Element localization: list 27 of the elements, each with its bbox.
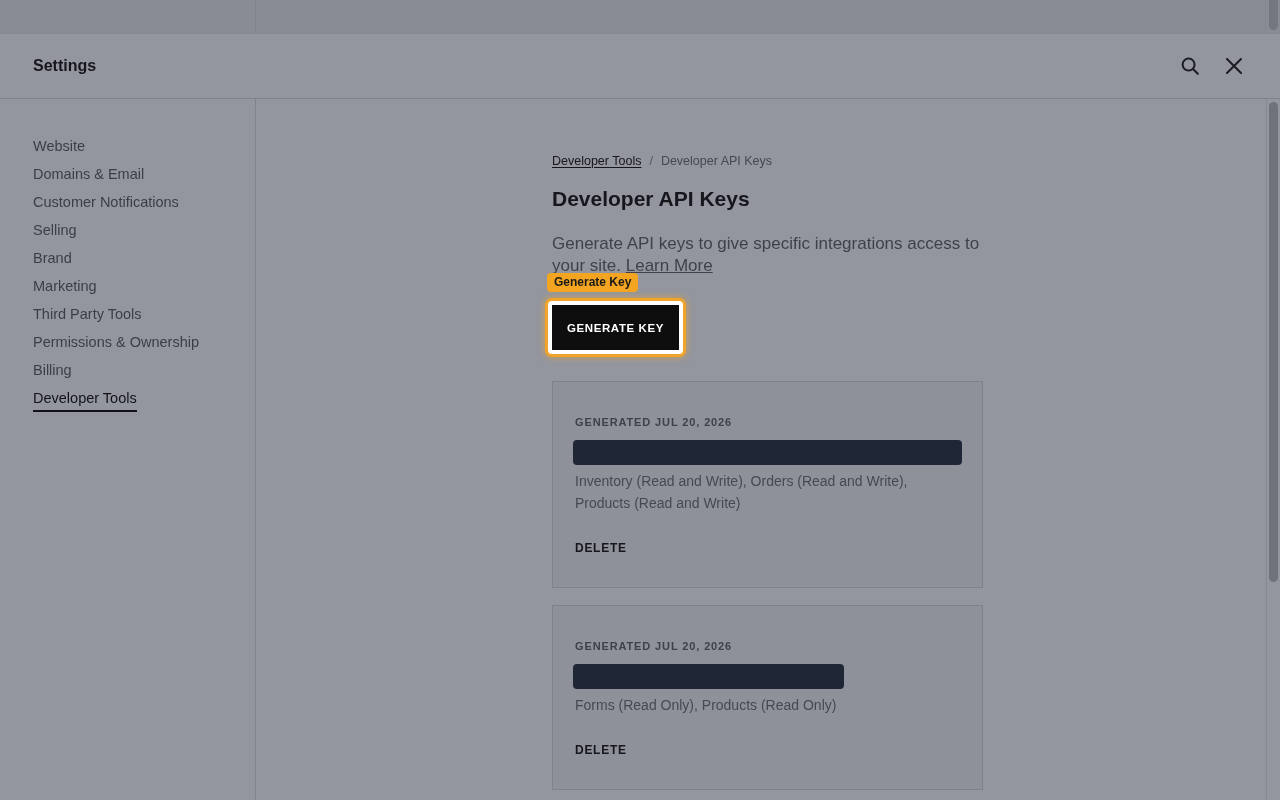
key-scopes: Inventory (Read and Write), Orders (Read and Write), Products (Read and Write) [575,472,909,513]
generated-date: GENERATED JUL 20, 2026 [575,639,733,653]
generated-date: GENERATED JUL 20, 2026 [575,415,733,429]
sidebar-item[interactable]: Website [33,132,86,160]
breadcrumb-separator: / [649,153,653,169]
page-title: Developer API Keys [552,186,750,212]
sidebar-item[interactable]: Permissions & Ownership [33,328,199,356]
sidebar-item[interactable]: Brand [33,244,72,272]
sidebar-item[interactable]: Selling [33,216,77,244]
search-icon [1181,57,1199,75]
sidebar-item[interactable]: Marketing [33,272,97,300]
scrollbar-thumb[interactable] [1269,102,1278,582]
tooltip-label: Generate Key [547,273,639,292]
learn-more-link[interactable]: Learn More [625,256,713,275]
sidebar-item[interactable]: Developer Tools [33,384,137,412]
sidebar-item[interactable]: Third Party Tools [33,300,142,328]
sidebar-item[interactable]: Domains & Email [33,160,145,188]
key-scopes: Forms (Read Only), Products (Read Only) [575,696,837,715]
delete-button[interactable]: DELETE [575,541,627,555]
breadcrumb-current: Developer API Keys [660,153,773,169]
close-icon [1226,58,1242,74]
delete-button[interactable]: DELETE [575,743,627,757]
generate-key-button[interactable]: GENERATE KEY [548,301,683,354]
sidebar-item[interactable]: Customer Notifications [33,188,179,216]
settings-title: Settings [33,57,97,75]
breadcrumb-link[interactable]: Developer Tools [552,153,642,169]
sidebar-item[interactable]: Billing [33,356,72,384]
